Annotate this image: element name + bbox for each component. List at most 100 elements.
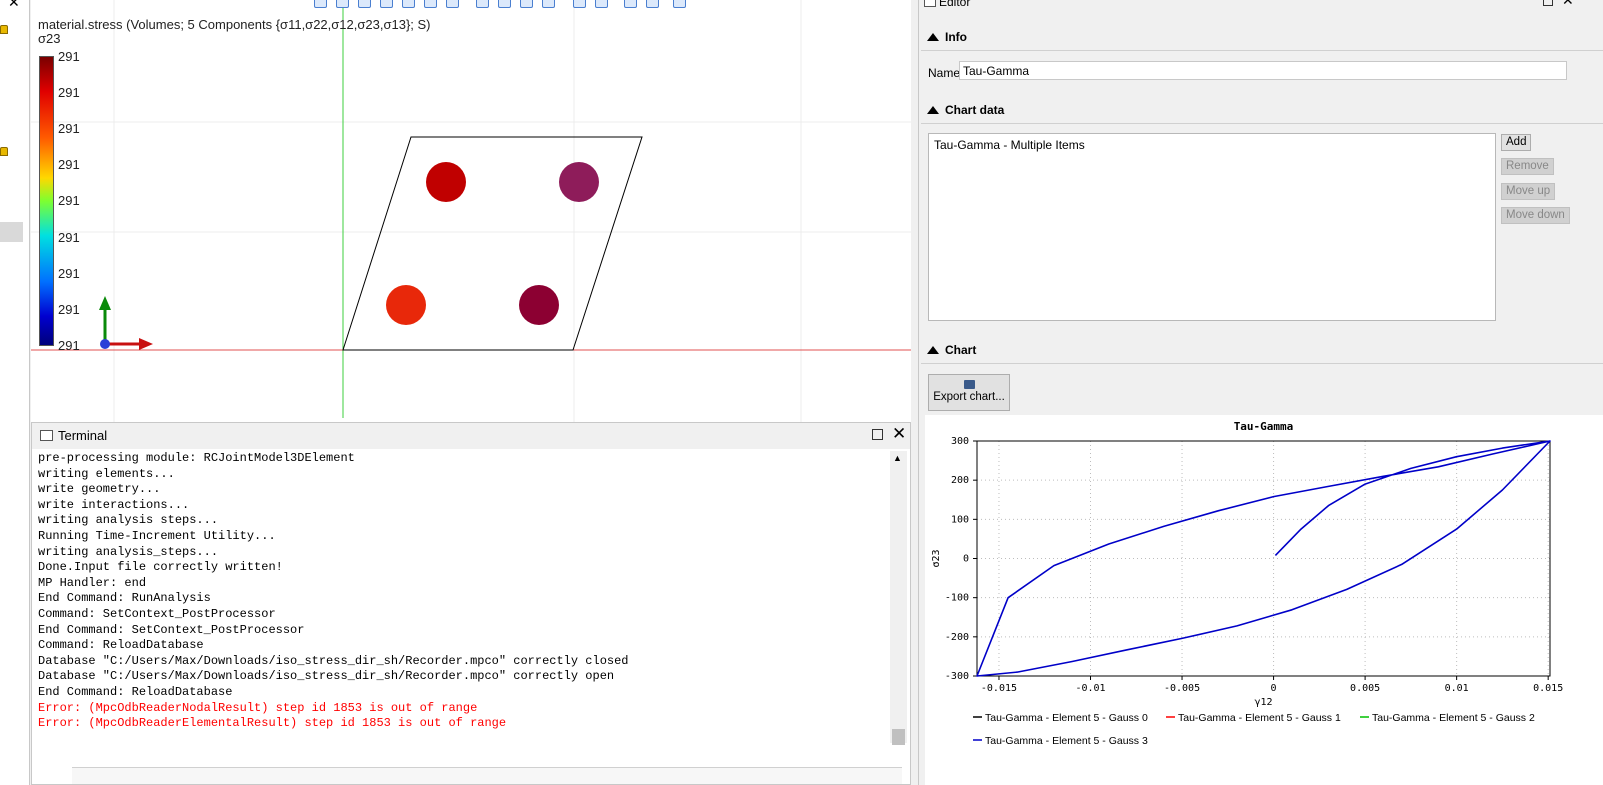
ortho-icon[interactable]: [595, 0, 608, 8]
save-icon: [963, 380, 975, 389]
terminal-line: End Command: ReloadDatabase: [38, 684, 233, 699]
terminal-line: Database "C:/Users/Max/Downloads/iso_str…: [38, 653, 629, 668]
chart-area: Tau-Gamma -0.015 -0.01 -0.005 0 0.005 0.01 0.01…: [925, 415, 1603, 785]
view-iso-icon[interactable]: [314, 0, 327, 8]
legend-label: 291: [58, 157, 80, 172]
collapse-triangle-icon: [927, 33, 939, 41]
lock-icon: [0, 147, 8, 156]
terminal-line: writing elements...: [38, 466, 175, 481]
move-down-button[interactable]: Move down: [1501, 207, 1570, 224]
float-icon[interactable]: [872, 429, 883, 440]
terminal-line: End Command: RunAnalysis: [38, 591, 211, 606]
zoom-icon[interactable]: [624, 0, 637, 8]
triad-origin: [100, 339, 110, 349]
x-tick-label: 0.015: [1533, 683, 1563, 694]
legend-label: Tau-Gamma - Element 5 - Gauss 3: [985, 735, 1148, 747]
fit-icon[interactable]: [542, 0, 555, 8]
chart-data-section-header[interactable]: Chart data: [927, 103, 1004, 117]
terminal-icon: [40, 430, 53, 441]
view-left-icon[interactable]: [380, 0, 393, 8]
terminal-panel: Terminal ✕ pre-processing module: RCJoin…: [31, 422, 911, 785]
editor-icon: [924, 0, 936, 7]
legend-label: 291: [58, 193, 80, 208]
name-label: Name: [928, 66, 961, 80]
color-legend-bar: [39, 56, 54, 346]
triad-x-arrow: [139, 338, 153, 350]
gauss-point-marker: [519, 285, 559, 325]
export-chart-label: Export chart...: [933, 391, 1005, 403]
x-tick-label: -0.015: [981, 683, 1017, 694]
info-section-header[interactable]: Info: [927, 30, 967, 44]
terminal-line: Database "C:/Users/Max/Downloads/iso_str…: [38, 669, 615, 684]
close-icon[interactable]: ✕: [892, 424, 906, 444]
close-icon[interactable]: ✕: [1562, 0, 1574, 9]
y-tick-label: -200: [945, 632, 969, 643]
rotate-icon[interactable]: [498, 0, 511, 8]
x-tick-label: 0.005: [1350, 683, 1380, 694]
terminal-scrollbar[interactable]: ▲: [890, 451, 907, 745]
add-button[interactable]: Add: [1501, 134, 1532, 151]
y-axis-label: σ23: [931, 549, 942, 567]
collapse-triangle-icon: [927, 346, 939, 354]
terminal-line: Command: ReloadDatabase: [38, 638, 204, 653]
select-icon[interactable]: [476, 0, 489, 8]
section-title: Info: [945, 30, 967, 44]
view-front-icon[interactable]: [336, 0, 349, 8]
remove-button[interactable]: Remove: [1501, 158, 1554, 175]
section-title: Chart data: [945, 103, 1005, 117]
editor-title: Editor: [939, 0, 971, 9]
editor-panel: Editor ✕ Info Name Chart data Tau-Gamma …: [918, 0, 1603, 785]
gauss-point-marker: [559, 162, 599, 202]
move-up-button[interactable]: Move up: [1501, 183, 1556, 200]
terminal-line: writing analysis steps...: [38, 513, 219, 528]
name-field[interactable]: [959, 61, 1567, 80]
y-tick-label: -300: [945, 671, 969, 682]
zoom-window-icon[interactable]: [646, 0, 659, 8]
terminal-line: write geometry...: [38, 482, 161, 497]
chart-data-list[interactable]: Tau-Gamma - Multiple Items: [928, 133, 1496, 321]
perspective-icon[interactable]: [573, 0, 586, 8]
gauss-point-marker: [386, 285, 426, 325]
collapse-triangle-icon: [927, 106, 939, 114]
terminal-line: Done.Input file correctly written!: [38, 560, 283, 575]
3d-viewport[interactable]: material.stress (Volumes; 5 Components {…: [31, 0, 911, 425]
x-tick-label: -0.01: [1075, 683, 1105, 694]
series-line: [976, 440, 1551, 677]
terminal-line: Error: (MpcOdbReaderNodalResult) step id…: [38, 700, 478, 715]
terminal-line: MP Handler: end: [38, 575, 147, 590]
legend-label: 291: [58, 266, 80, 281]
scrollbar-thumb[interactable]: [892, 729, 905, 745]
export-chart-button[interactable]: Export chart...: [928, 374, 1010, 411]
divider: [921, 50, 1603, 51]
view-top-icon[interactable]: [424, 0, 437, 8]
terminal-line: pre-processing module: RCJointModel3DEle…: [38, 451, 355, 465]
view-toolbar: [311, 0, 711, 9]
triad-y-arrow: [99, 296, 111, 310]
list-item[interactable]: Tau-Gamma - Multiple Items: [934, 138, 1085, 152]
view-bottom-icon[interactable]: [446, 0, 459, 8]
terminal-line: writing analysis_steps...: [38, 544, 219, 559]
float-icon[interactable]: [1543, 0, 1553, 6]
y-tick-label: 200: [951, 475, 969, 486]
viewport-scene: [31, 0, 911, 425]
legend-label: 291: [58, 338, 80, 353]
selected-tree-item[interactable]: [0, 222, 23, 242]
terminal-output[interactable]: pre-processing module: RCJointModel3DEle…: [38, 451, 888, 767]
y-tick-label: 300: [951, 436, 969, 447]
grid-icon[interactable]: [673, 0, 686, 8]
lock-icon: [0, 25, 8, 34]
view-right-icon[interactable]: [402, 0, 415, 8]
terminal-input-strip[interactable]: [72, 767, 902, 784]
terminal-header: Terminal ✕: [32, 423, 910, 449]
pan-icon[interactable]: [520, 0, 533, 8]
legend-label: Tau-Gamma - Element 5 - Gauss 1: [1178, 712, 1341, 724]
y-tick-label: -100: [945, 593, 969, 604]
scroll-up-icon[interactable]: ▲: [893, 453, 902, 463]
view-back-icon[interactable]: [358, 0, 371, 8]
y-tick-label: 0: [963, 554, 969, 565]
close-icon[interactable]: ✕: [8, 0, 20, 11]
divider: [921, 123, 1603, 124]
divider: [921, 363, 1603, 364]
x-tick-label: -0.005: [1164, 683, 1200, 694]
chart-section-header[interactable]: Chart: [927, 343, 976, 357]
